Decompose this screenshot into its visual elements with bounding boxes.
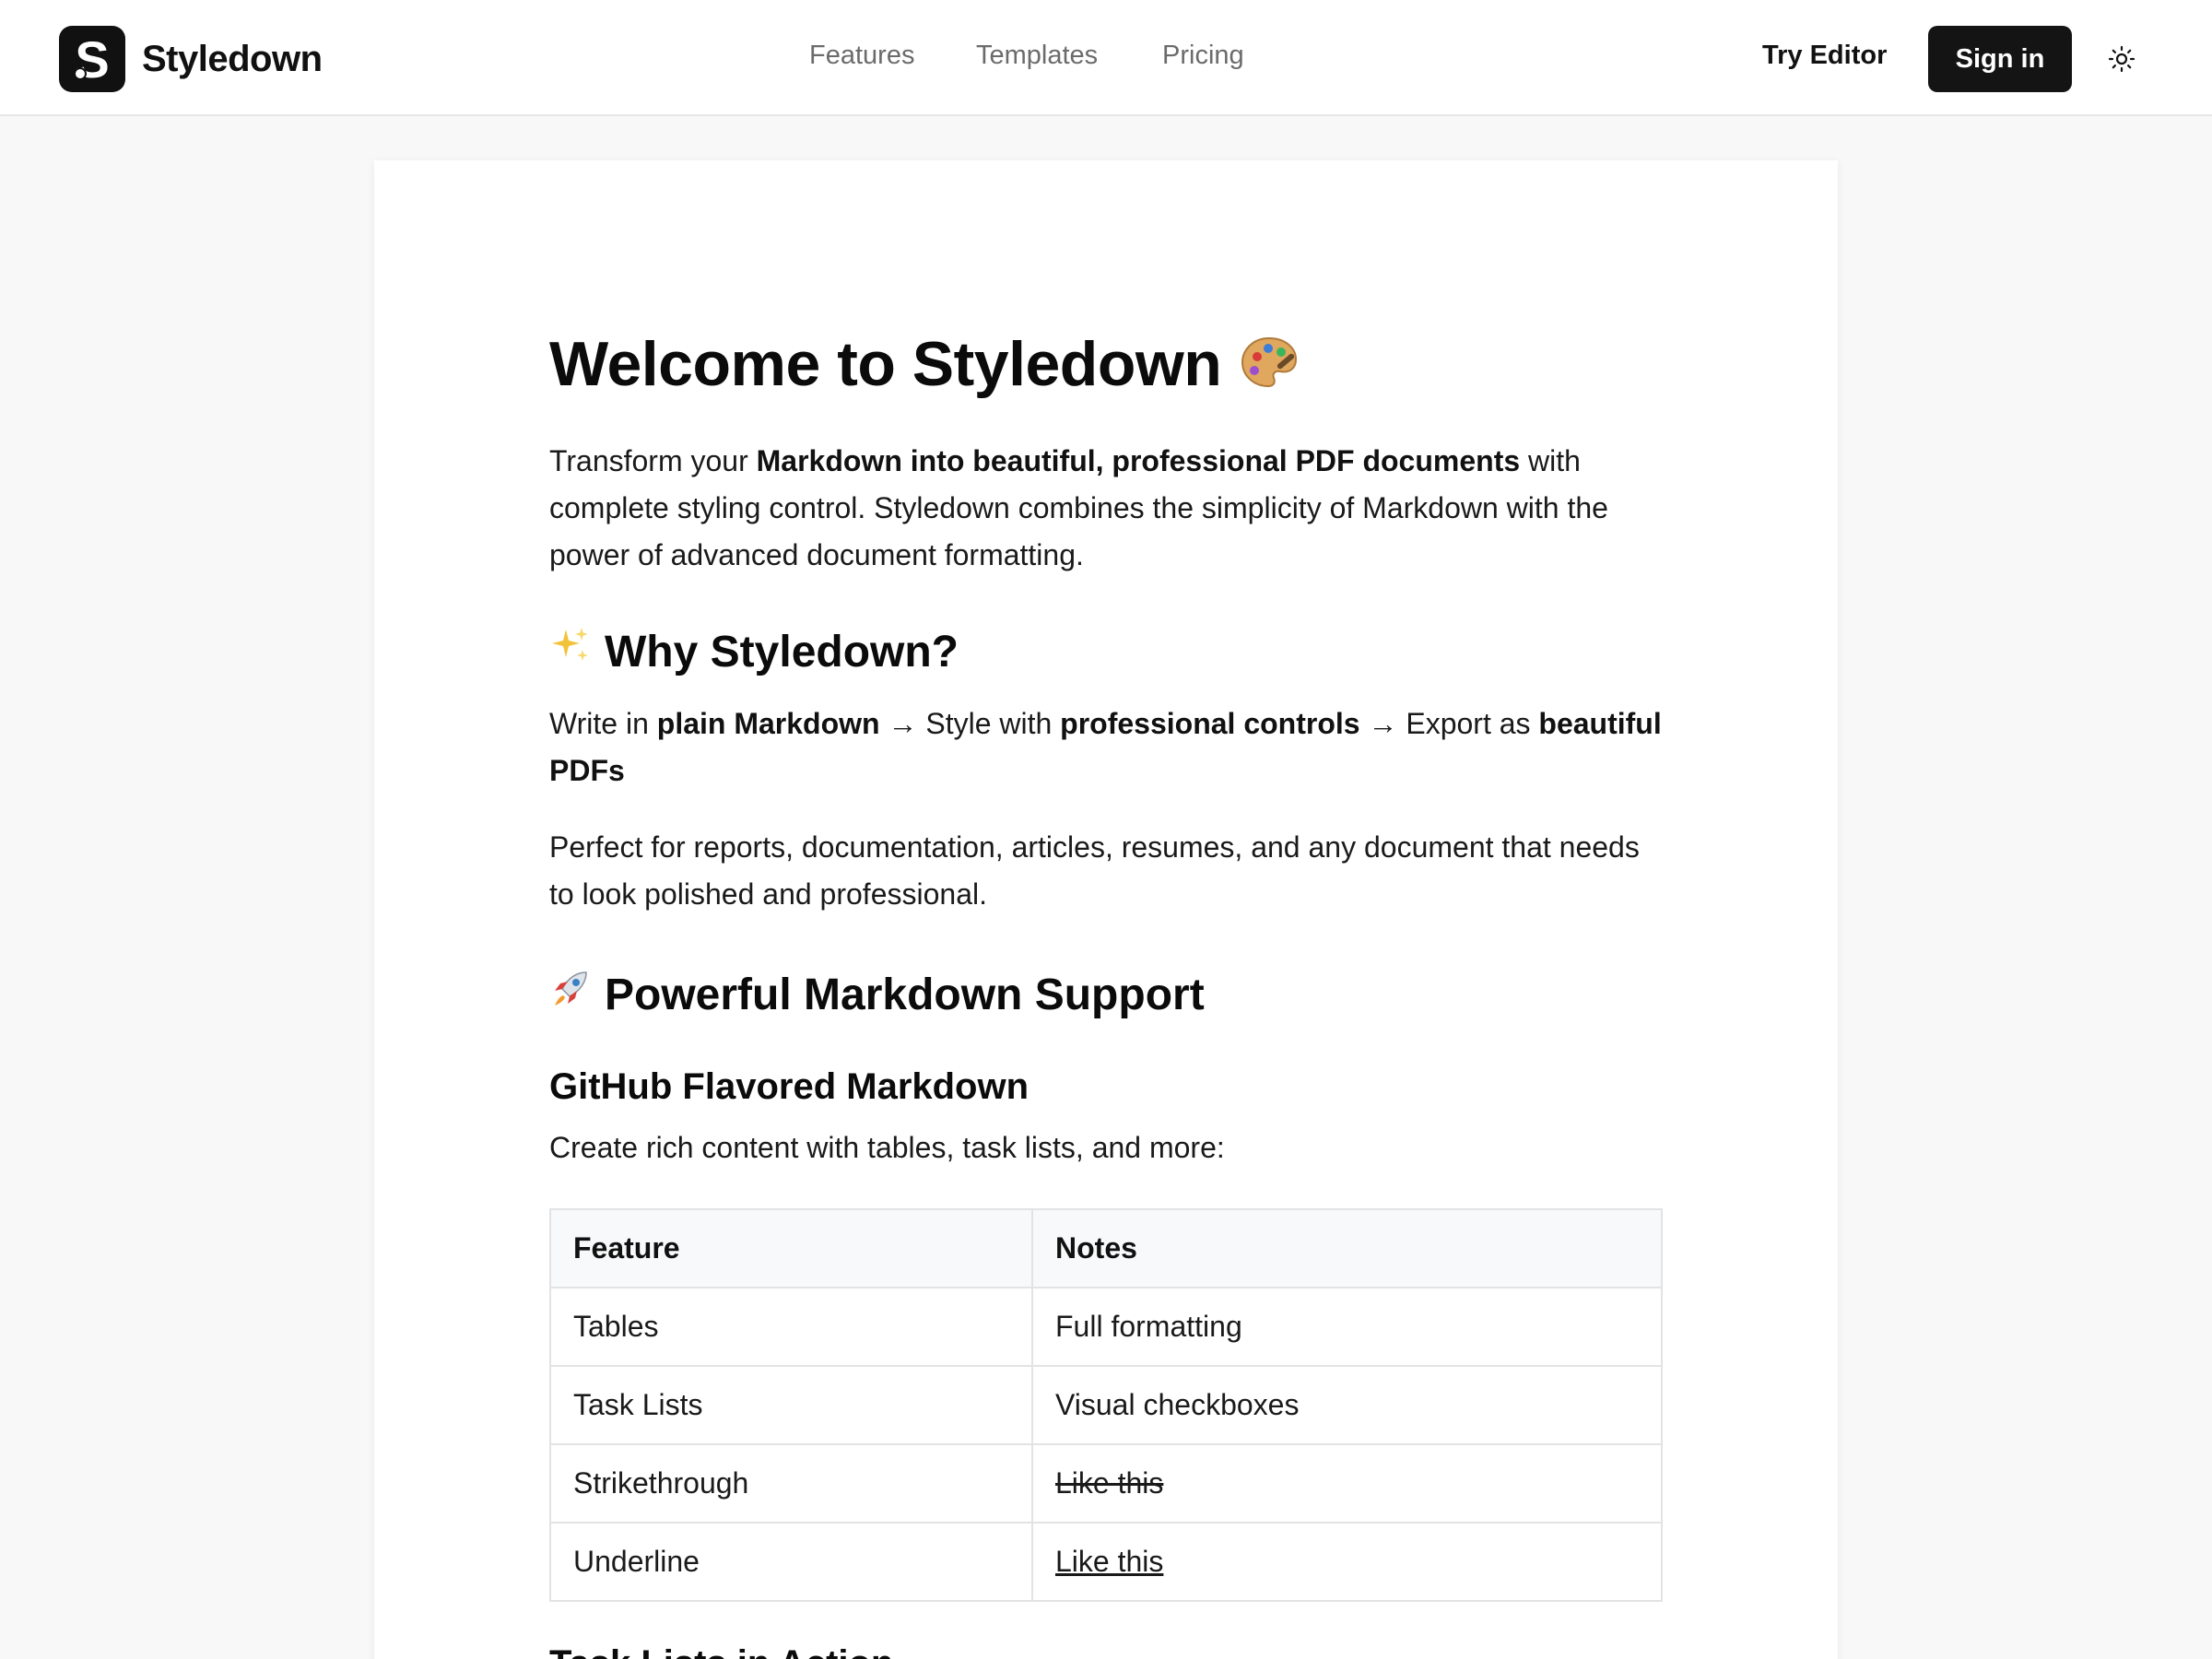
sparkles-icon (549, 623, 592, 682)
feature-table: Feature Notes Tables Full formatting Tas… (549, 1208, 1663, 1603)
rocket-icon (549, 966, 592, 1025)
intro-paragraph: Transform your Markdown into beautiful, … (549, 438, 1663, 579)
section-why-title: Why Styledown? (605, 628, 959, 677)
table-cell: Full formatting (1031, 1287, 1663, 1368)
table-header-feature: Feature (549, 1208, 1033, 1289)
page-title-text: Welcome to Styledown (549, 329, 1222, 399)
logo: S (59, 26, 125, 92)
nav-pricing[interactable]: Pricing (1162, 41, 1244, 71)
top-header: S Styledown Features Templates Pricing T… (0, 0, 2212, 116)
section-markdown-support: Powerful Markdown Support (549, 966, 1663, 1025)
intro-bold: Markdown into beautiful, professional PD… (756, 444, 1521, 478)
workflow-paragraph: Write in plain Markdown → Style with pro… (549, 700, 1663, 794)
flow-text-2: → Style with (879, 707, 1061, 741)
table-row: Task Lists Visual checkboxes (549, 1365, 1663, 1446)
gfm-description: Create rich content with tables, task li… (549, 1131, 1225, 1165)
table-header-notes: Notes (1031, 1208, 1663, 1289)
flow-text-1: Write in (549, 707, 657, 741)
table-cell-underline: Like this (1031, 1522, 1663, 1603)
table-cell: Tables (549, 1287, 1033, 1368)
strikethrough-sample: Like this (1055, 1466, 1164, 1500)
table-header-row: Feature Notes (549, 1208, 1663, 1289)
table-row: Tables Full formatting (549, 1287, 1663, 1368)
brand-name: Styledown (142, 38, 323, 79)
document-page: Welcome to Styledown Transform your Mark… (374, 160, 1838, 1659)
table-row: Strikethrough Like this (549, 1443, 1663, 1524)
sign-in-button[interactable]: Sign in (1928, 26, 2072, 92)
table-cell: Task Lists (549, 1365, 1033, 1446)
section-markdown-support-title: Powerful Markdown Support (605, 971, 1205, 1020)
nav-features[interactable]: Features (809, 41, 914, 71)
flow-text-3: → Export as (1359, 707, 1539, 741)
intro-text: Transform your (549, 444, 757, 478)
perfect-for-paragraph: Perfect for reports, documentation, arti… (549, 830, 1640, 912)
nav-templates[interactable]: Templates (976, 41, 1098, 71)
table-row: Underline Like this (549, 1522, 1663, 1603)
task-lists-subtitle: Task Lists in Action (549, 1639, 1663, 1659)
palette-icon (1239, 327, 1300, 410)
sun-icon (2108, 45, 2136, 73)
page-title: Welcome to Styledown (549, 323, 1663, 410)
table-cell-strikethrough: Like this (1031, 1443, 1663, 1524)
underline-sample: Like this (1055, 1545, 1164, 1579)
theme-toggle-button[interactable] (2103, 41, 2140, 77)
table-cell: Underline (549, 1522, 1033, 1603)
gfm-subtitle: GitHub Flavored Markdown (549, 1066, 1030, 1108)
brand[interactable]: S Styledown (59, 26, 323, 92)
try-editor-link[interactable]: Try Editor (1762, 41, 1887, 71)
flow-bold-2: professional controls (1060, 707, 1360, 741)
document-content: Welcome to Styledown Transform your Mark… (549, 323, 1663, 1659)
flow-bold-1: plain Markdown (656, 707, 880, 741)
table-cell: Visual checkboxes (1031, 1365, 1663, 1446)
logo-icon: S (74, 31, 110, 87)
table-cell: Strikethrough (549, 1443, 1033, 1524)
section-why: Why Styledown? (549, 623, 1663, 682)
